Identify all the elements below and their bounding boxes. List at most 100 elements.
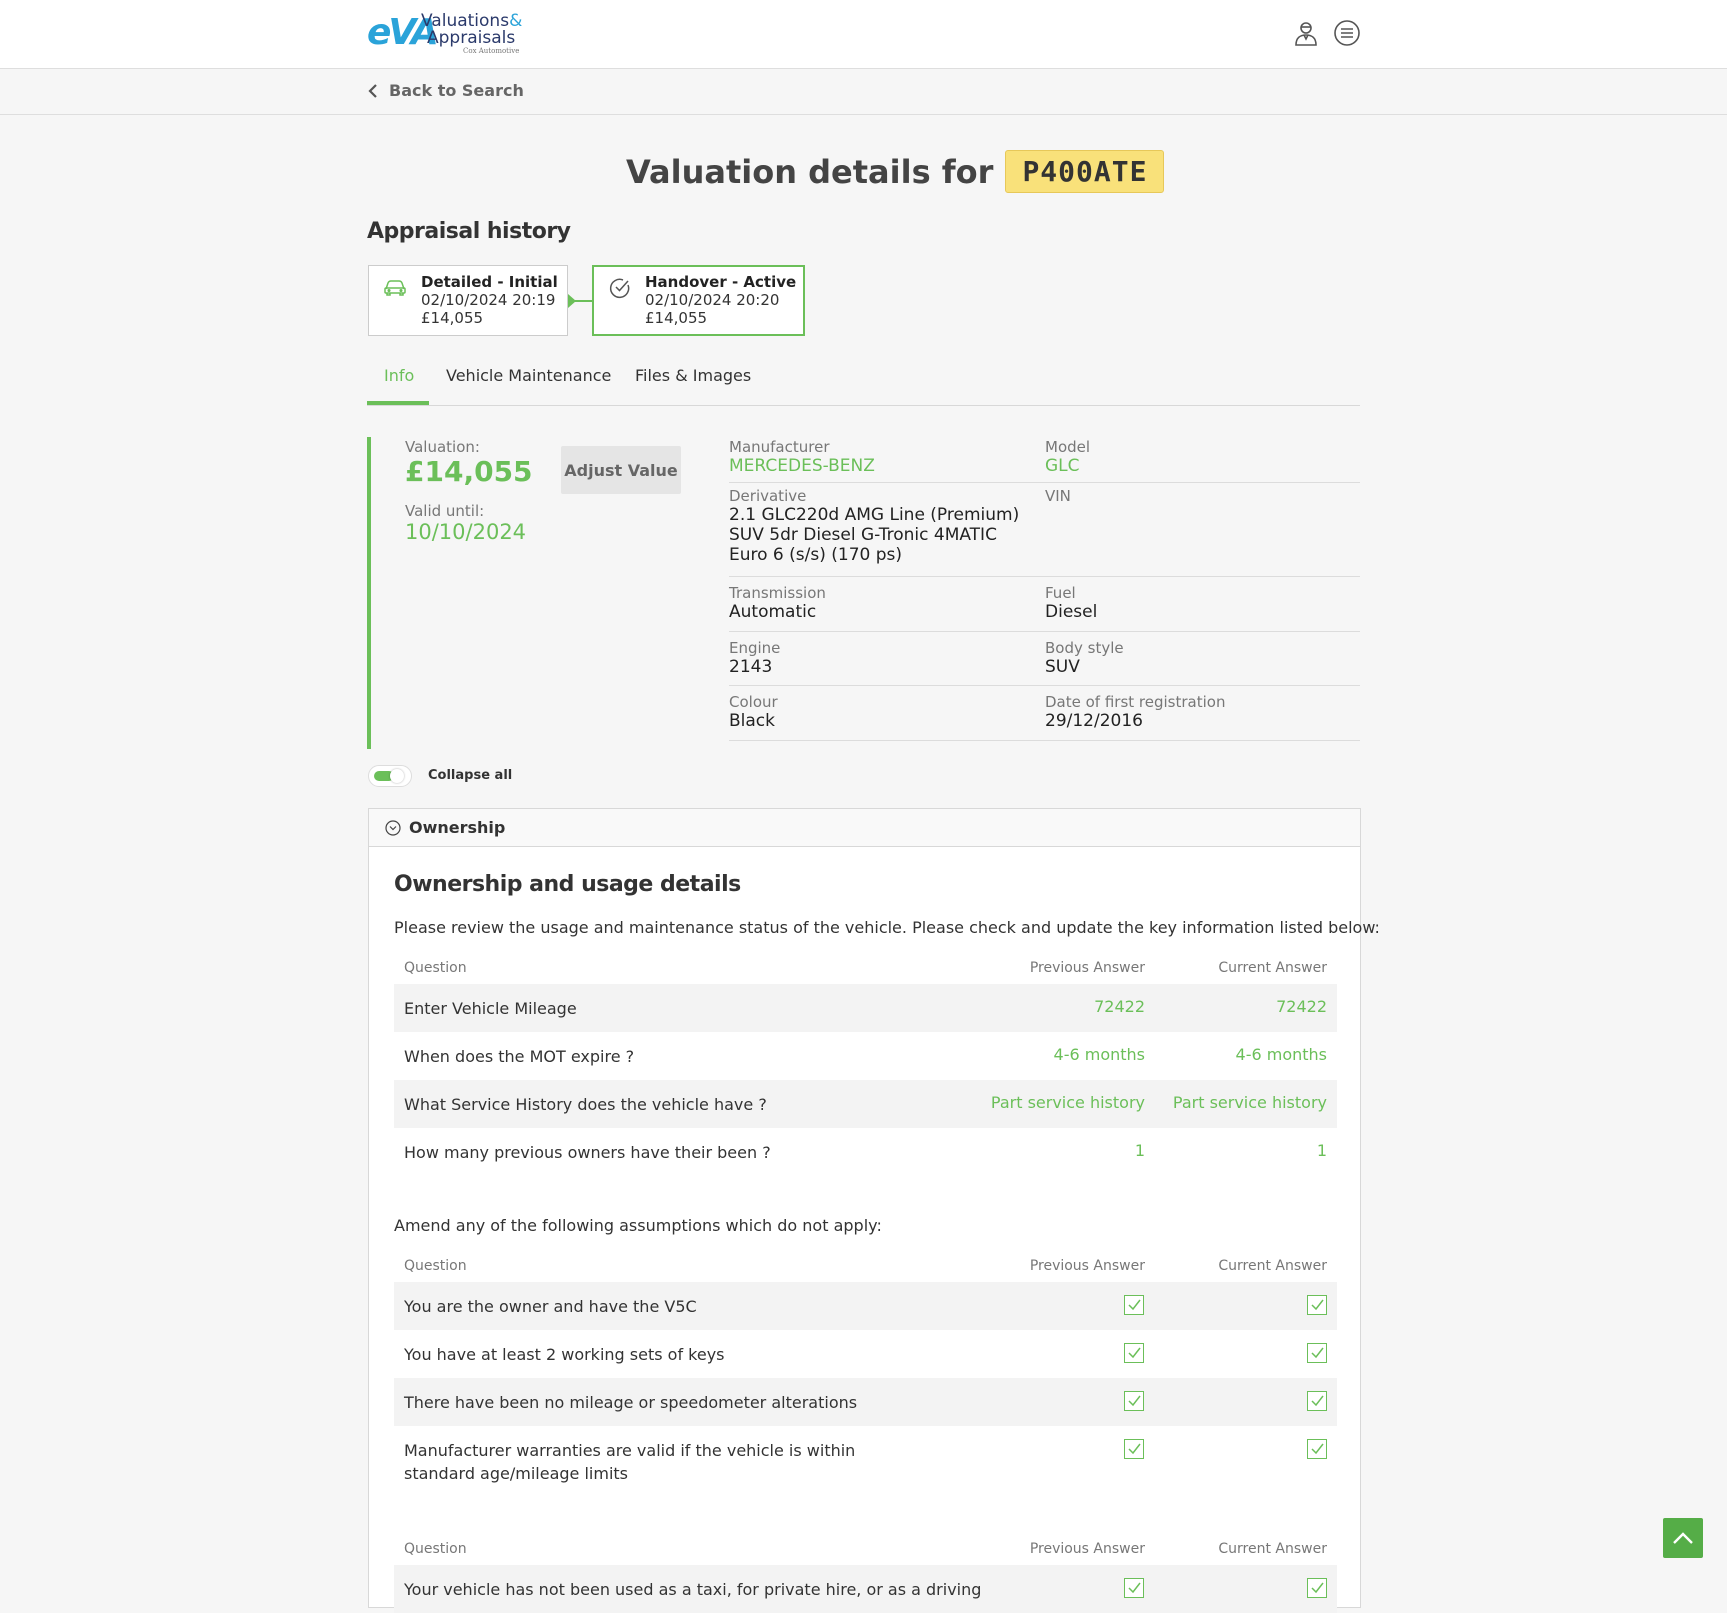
spec-label: Fuel (1045, 584, 1076, 602)
tab-files-images[interactable]: Files & Images (635, 366, 751, 385)
question-text: There have been no mileage or speedomete… (404, 1393, 858, 1412)
spec-row: Manufacturer MERCEDES-BENZ Model GLC (729, 436, 1360, 483)
history-card-datetime: 02/10/2024 20:19 (421, 291, 556, 309)
chevron-down-circle-icon (385, 820, 401, 836)
col-question: Question (404, 1541, 467, 1557)
logo[interactable]: eVA Valuations& Appraisals Cox Automotiv… (367, 12, 537, 56)
adjust-value-button[interactable]: Adjust Value (561, 446, 681, 494)
spec-label: Model (1045, 438, 1091, 456)
check-icon (1128, 1299, 1141, 1311)
history-card-datetime: 02/10/2024 20:20 (645, 291, 780, 309)
check-icon (1128, 1395, 1141, 1407)
col-current-answer: Current Answer (1218, 960, 1327, 976)
active-tab-indicator (367, 401, 429, 405)
spec-row: Transmission Automatic Fuel Diesel (729, 577, 1360, 632)
spec-label: Colour (729, 693, 778, 711)
question-text: What Service History does the vehicle ha… (404, 1095, 767, 1114)
tab-info[interactable]: Info (384, 366, 414, 385)
previous-checkbox (1124, 1578, 1144, 1598)
check-icon (1311, 1299, 1324, 1311)
vehicle-specs: Manufacturer MERCEDES-BENZ Model GLC Der… (729, 436, 1360, 741)
current-answer[interactable]: 72422 (1276, 997, 1327, 1016)
spec-engine: 2143 (729, 657, 773, 677)
assumptions-intro: Amend any of the following assumptions w… (394, 1216, 882, 1235)
current-checkbox[interactable] (1307, 1343, 1327, 1363)
ownership-accordion: Ownership Ownership and usage details Pl… (368, 808, 1380, 1613)
table-header: Question Previous Answer Current Answer (394, 1252, 1337, 1282)
chevron-up-icon (1673, 1532, 1693, 1544)
back-to-search-link[interactable]: Back to Search (367, 81, 524, 100)
previous-checkbox (1124, 1391, 1144, 1411)
back-label: Back to Search (389, 81, 524, 100)
col-previous-answer: Previous Answer (1029, 960, 1145, 976)
ownership-section-title: Ownership and usage details (394, 872, 741, 897)
previous-checkbox (1124, 1343, 1144, 1363)
appraisal-history-title: Appraisal history (367, 219, 571, 244)
valuation-amount: £14,055 (405, 455, 533, 488)
ownership-accordion-label: Ownership (409, 818, 506, 837)
table-row: You are the owner and have the V5C (394, 1282, 1337, 1330)
current-checkbox[interactable] (1307, 1439, 1327, 1459)
col-current-answer: Current Answer (1218, 1258, 1327, 1274)
table-row: Your vehicle has not been used as a taxi… (394, 1565, 1337, 1613)
collapse-all-label: Collapse all (428, 768, 513, 783)
table-row[interactable]: What Service History does the vehicle ha… (394, 1080, 1337, 1128)
previous-answer: Part service history (990, 1093, 1145, 1112)
check-icon (1128, 1347, 1141, 1359)
spec-model: GLC (1045, 456, 1080, 476)
car-icon (384, 280, 406, 296)
spec-label: Body style (1045, 639, 1124, 657)
table-row: Manufacturer warranties are valid if the… (394, 1426, 1337, 1497)
user-icon[interactable] (1292, 19, 1320, 47)
table-row[interactable]: Enter Vehicle Mileage 72422 72422 (394, 984, 1337, 1032)
spec-label: Derivative (729, 487, 807, 505)
check-icon (1311, 1347, 1324, 1359)
history-card-active[interactable]: Handover - Active 02/10/2024 20:20 £14,0… (592, 265, 805, 336)
table-row[interactable]: How many previous owners have their been… (394, 1128, 1337, 1176)
question-text: Enter Vehicle Mileage (404, 999, 577, 1018)
previous-answer: 1 (1134, 1141, 1145, 1160)
scroll-to-top-button[interactable] (1663, 1518, 1703, 1558)
valid-until-label: Valid until: (405, 502, 485, 520)
menu-icon[interactable] (1333, 19, 1361, 47)
previous-checkbox (1124, 1439, 1144, 1459)
current-checkbox[interactable] (1307, 1391, 1327, 1411)
table-row[interactable]: When does the MOT expire ? 4-6 months 4-… (394, 1032, 1337, 1080)
current-checkbox[interactable] (1307, 1295, 1327, 1315)
table-row: You have at least 2 working sets of keys (394, 1330, 1337, 1378)
question-text: You have at least 2 working sets of keys (404, 1345, 725, 1364)
question-text: When does the MOT expire ? (404, 1047, 635, 1066)
check-icon (1311, 1395, 1324, 1407)
spec-label: VIN (1045, 487, 1071, 505)
history-card-title: Detailed - Initial (421, 273, 558, 291)
usage-questions-table: Question Previous Answer Current Answer … (394, 954, 1337, 1176)
registration-plate: P400ATE (1005, 150, 1165, 193)
assumptions-table: Question Previous Answer Current Answer … (394, 1252, 1337, 1497)
valid-until-date: 10/10/2024 (405, 520, 527, 544)
current-answer[interactable]: Part service history (1173, 1093, 1327, 1112)
history-card-value: £14,055 (645, 309, 708, 327)
question-text: You are the owner and have the V5C (404, 1297, 697, 1316)
tab-vehicle-maintenance[interactable]: Vehicle Maintenance (446, 366, 611, 385)
current-answer[interactable]: 1 (1317, 1141, 1327, 1160)
spec-label: Transmission (729, 584, 826, 602)
ownership-accordion-header[interactable]: Ownership (369, 809, 1360, 847)
check-icon (1128, 1582, 1141, 1594)
col-current-answer: Current Answer (1218, 1541, 1327, 1557)
spec-row: Colour Black Date of first registration … (729, 686, 1360, 741)
col-question: Question (404, 1258, 467, 1274)
question-text: How many previous owners have their been… (404, 1143, 771, 1162)
valuation-label: Valuation: (405, 438, 480, 456)
col-previous-answer: Previous Answer (1029, 1541, 1145, 1557)
spec-row: Engine 2143 Body style SUV (729, 632, 1360, 686)
current-checkbox[interactable] (1307, 1578, 1327, 1598)
current-answer[interactable]: 4-6 months (1236, 1045, 1327, 1064)
collapse-all-toggle[interactable] (368, 765, 412, 787)
logo-line-2: Appraisals (427, 28, 516, 48)
col-previous-answer: Previous Answer (1029, 1258, 1145, 1274)
spec-transmission: Automatic (729, 602, 817, 622)
spec-colour: Black (729, 711, 775, 731)
history-card-initial[interactable]: Detailed - Initial 02/10/2024 20:19 £14,… (368, 265, 568, 336)
usage-assumptions-table: Question Previous Answer Current Answer … (394, 1535, 1337, 1613)
check-icon (1311, 1443, 1324, 1455)
